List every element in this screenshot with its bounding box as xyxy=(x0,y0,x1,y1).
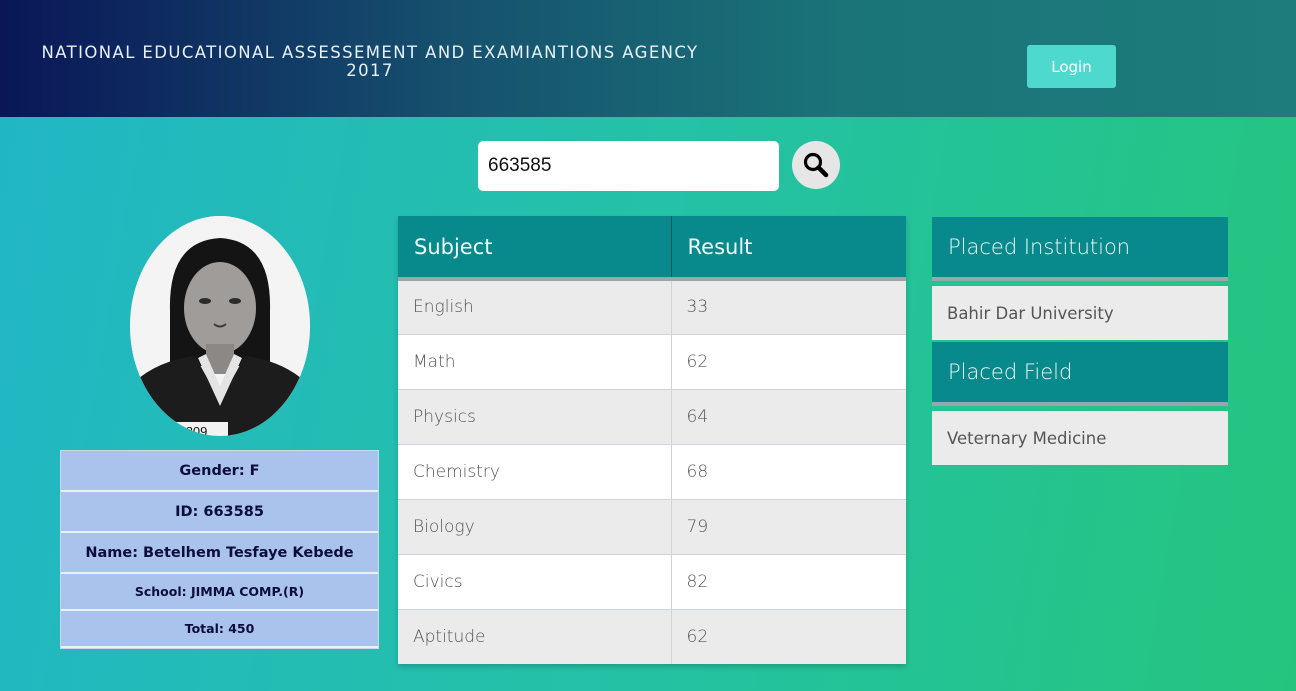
result-cell: 64 xyxy=(670,389,906,445)
student-info-box: Gender: F ID: 663585 Name: Betelhem Tesf… xyxy=(60,450,379,649)
result-column-header: Result xyxy=(670,216,906,281)
table-row: Physics 64 xyxy=(398,389,906,445)
top-header: NATIONAL EDUCATIONAL ASSESSEMENT AND EXA… xyxy=(0,0,1296,117)
subject-cell: English xyxy=(398,279,671,335)
table-row: English 33 xyxy=(398,279,906,335)
student-photo: 571809 xyxy=(130,216,310,436)
photo-caption: 571809 xyxy=(164,424,207,436)
subject-column-header: Subject xyxy=(398,216,671,281)
table-row: Civics 82 xyxy=(398,554,906,610)
agency-title: NATIONAL EDUCATIONAL ASSESSEMENT AND EXA… xyxy=(20,44,720,80)
result-cell: 68 xyxy=(670,444,906,500)
subject-cell: Chemistry xyxy=(398,444,671,500)
search-input[interactable] xyxy=(478,141,779,191)
subject-cell: Physics xyxy=(398,389,671,445)
school-row: School: JIMMA COMP.(R) xyxy=(61,574,378,611)
subject-cell: Biology xyxy=(398,499,671,555)
table-header-row: Subject Result xyxy=(398,216,906,281)
search-button[interactable] xyxy=(792,141,840,189)
agency-title-year: 2017 xyxy=(346,61,394,80)
table-row: Math 62 xyxy=(398,334,906,390)
result-cell: 33 xyxy=(670,279,906,335)
result-cell: 82 xyxy=(670,554,906,610)
result-cell: 62 xyxy=(670,334,906,390)
result-cell: 79 xyxy=(670,499,906,555)
table-row: Chemistry 68 xyxy=(398,444,906,500)
table-row: Aptitude 62 xyxy=(398,609,906,664)
subject-cell: Math xyxy=(398,334,671,390)
name-row: Name: Betelhem Tesfaye Kebede xyxy=(61,533,378,574)
results-table: Subject Result English 33 Math 62 Physic… xyxy=(398,216,906,664)
gender-row: Gender: F xyxy=(61,451,378,492)
total-row: Total: 450 xyxy=(61,611,378,648)
placed-field-value: Veternary Medicine xyxy=(932,411,1228,465)
placed-institution-header: Placed Institution xyxy=(932,217,1228,281)
login-button[interactable]: Login xyxy=(1027,45,1116,88)
placed-field-header: Placed Field xyxy=(932,342,1228,406)
search-icon xyxy=(803,152,829,178)
agency-title-line1: NATIONAL EDUCATIONAL ASSESSEMENT AND EXA… xyxy=(41,43,699,62)
result-cell: 62 xyxy=(670,609,906,664)
placed-institution-value: Bahir Dar University xyxy=(932,286,1228,340)
table-row: Biology 79 xyxy=(398,499,906,555)
subject-cell: Civics xyxy=(398,554,671,610)
id-row: ID: 663585 xyxy=(61,492,378,533)
subject-cell: Aptitude xyxy=(398,609,671,664)
